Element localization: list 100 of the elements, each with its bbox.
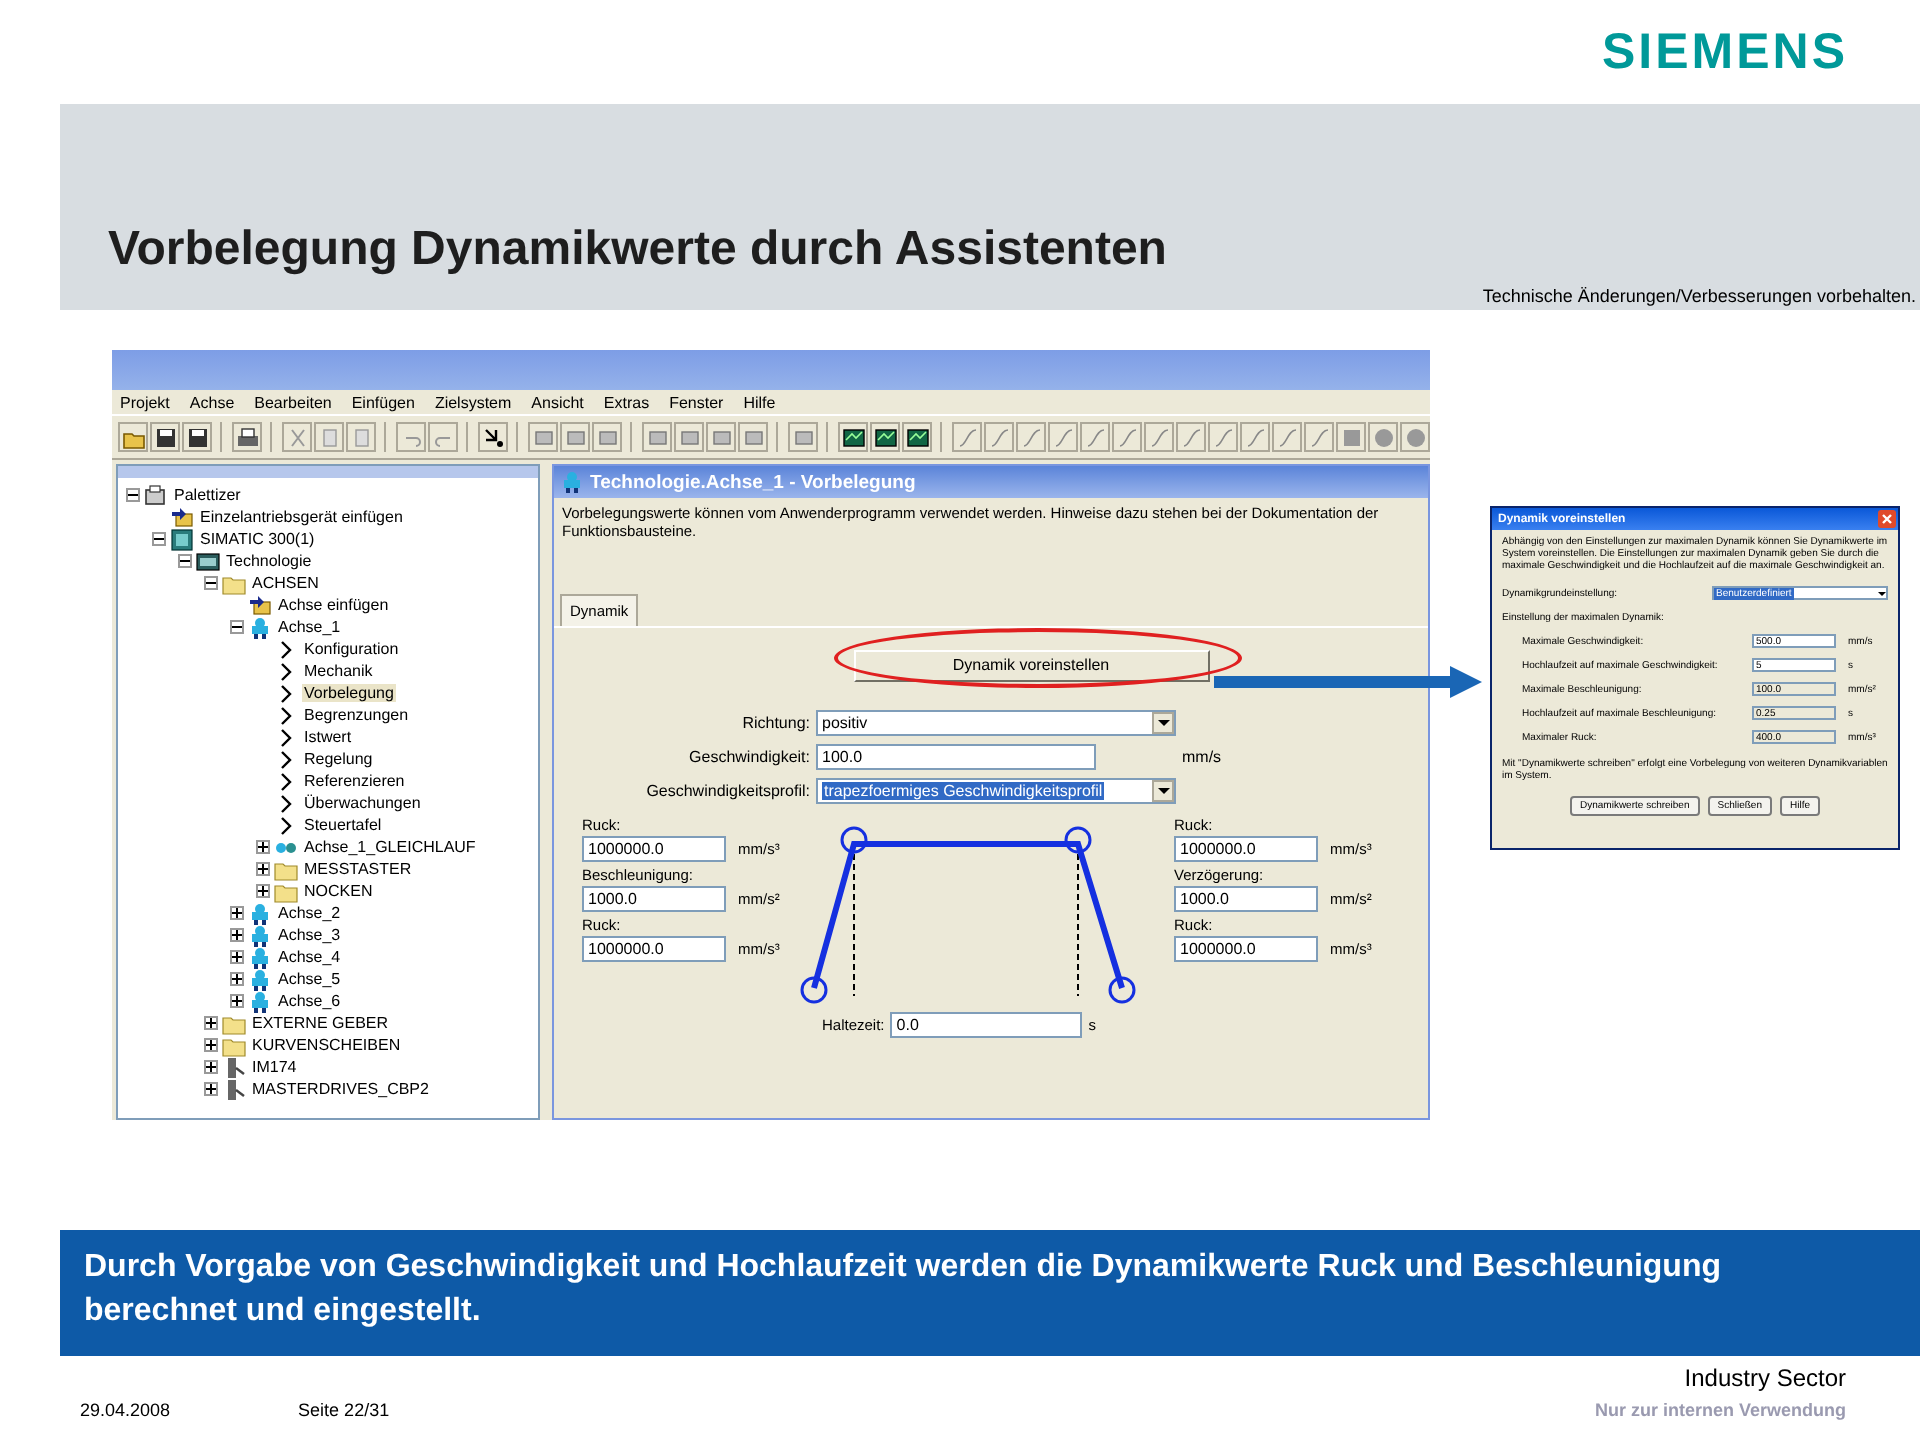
collapse-toggle[interactable] xyxy=(126,488,140,502)
expand-toggle[interactable] xyxy=(204,1082,218,1096)
collapse-toggle[interactable] xyxy=(230,620,244,634)
expand-toggle[interactable] xyxy=(230,994,244,1008)
monitor-icon xyxy=(873,425,897,449)
tree-item[interactable]: Begrenzungen xyxy=(302,706,411,724)
plug-icon xyxy=(222,1077,246,1101)
tree-item[interactable]: Technologie xyxy=(224,552,314,570)
field-label: Geschwindigkeitsprofil: xyxy=(644,781,810,799)
close-icon[interactable] xyxy=(1878,510,1896,528)
tree-item[interactable]: Achse_1 xyxy=(276,618,343,636)
curve-icon xyxy=(1307,425,1331,449)
page-icon xyxy=(349,425,373,449)
menu-item[interactable]: Bearbeiten xyxy=(254,393,332,411)
expand-toggle[interactable] xyxy=(204,1016,218,1030)
dropdown[interactable]: positiv xyxy=(816,709,1176,735)
expand-toggle[interactable] xyxy=(256,840,270,854)
input-field[interactable]: 1000.0 xyxy=(582,885,726,911)
plug-icon xyxy=(222,1055,246,1079)
expand-toggle[interactable] xyxy=(230,972,244,986)
tree-item[interactable]: Achse_6 xyxy=(276,992,343,1010)
chip-icon xyxy=(741,425,765,449)
curve-icon xyxy=(1243,425,1267,449)
input-field[interactable]: 1000000.0 xyxy=(582,935,726,961)
tree-item[interactable]: Achse_3 xyxy=(276,926,343,944)
folder-icon xyxy=(274,879,298,903)
scissors-icon xyxy=(285,425,309,449)
tree-item[interactable]: IM174 xyxy=(250,1058,299,1076)
cpu-icon xyxy=(170,527,194,551)
toolbar-button[interactable] xyxy=(150,422,180,452)
expand-toggle[interactable] xyxy=(230,928,244,942)
input-field[interactable]: 1000000.0 xyxy=(582,835,726,861)
station-icon xyxy=(144,483,168,507)
menu-item[interactable]: Einfügen xyxy=(351,393,415,411)
circle-icon xyxy=(1371,425,1395,449)
tree-item[interactable]: MESSTASTER xyxy=(302,860,414,878)
caret-icon xyxy=(1157,719,1169,725)
toolbar-button[interactable] xyxy=(902,422,932,452)
tree-item[interactable]: Achse_5 xyxy=(276,970,343,988)
toolbar-button[interactable] xyxy=(870,422,900,452)
expand-toggle[interactable] xyxy=(256,862,270,876)
help-icon xyxy=(481,425,505,449)
menu-item[interactable]: Achse xyxy=(189,393,235,411)
company-logo: SIEMENS xyxy=(1601,23,1848,81)
preset-button[interactable]: Dynamik voreinstellen xyxy=(853,649,1209,681)
tree-item[interactable]: Vorbelegung xyxy=(302,684,396,702)
menu-item[interactable]: Fenster xyxy=(669,393,724,411)
tree-item[interactable]: Istwert xyxy=(302,728,354,746)
input-field[interactable]: 1000000.0 xyxy=(1174,835,1318,861)
collapse-toggle[interactable] xyxy=(178,554,192,568)
tree-item[interactable]: Achse_4 xyxy=(276,948,343,966)
axis-icon xyxy=(248,901,272,925)
tree-item[interactable]: Palettizer xyxy=(172,486,243,504)
tree-item[interactable]: Achse_2 xyxy=(276,904,343,922)
chip-icon xyxy=(645,425,669,449)
tree-item[interactable]: MASTERDRIVES_CBP2 xyxy=(250,1080,431,1098)
unit-label: mm/s xyxy=(1182,747,1224,765)
menu-item[interactable]: Projekt xyxy=(120,393,170,411)
input-field[interactable]: 100.0 xyxy=(816,743,1096,769)
toolbar-button[interactable] xyxy=(232,422,262,452)
tree-item[interactable]: Achse_1_GLEICHLAUF xyxy=(302,838,478,856)
tree-item[interactable]: Überwachungen xyxy=(302,794,423,812)
menu-item[interactable]: Extras xyxy=(603,393,650,411)
module-icon xyxy=(196,549,220,573)
collapse-toggle[interactable] xyxy=(152,532,166,546)
expand-toggle[interactable] xyxy=(256,884,270,898)
tree-item[interactable]: Konfiguration xyxy=(302,640,401,658)
expand-toggle[interactable] xyxy=(230,906,244,920)
curve-icon xyxy=(1275,425,1299,449)
collapse-toggle[interactable] xyxy=(204,576,218,590)
tree-item[interactable]: Mechanik xyxy=(302,662,375,680)
expand-toggle[interactable] xyxy=(204,1060,218,1074)
tree-item[interactable]: Steuertafel xyxy=(302,816,384,834)
tree-item[interactable]: Referenzieren xyxy=(302,772,407,790)
folder-icon xyxy=(222,571,246,595)
dropdown[interactable]: trapezfoermiges Geschwindigkeitsprofil xyxy=(816,777,1176,803)
input-field[interactable]: 1000000.0 xyxy=(1174,935,1318,961)
menu-item[interactable]: Hilfe xyxy=(743,393,776,411)
tree-item[interactable]: EXTERNE GEBER xyxy=(250,1014,391,1032)
chip-icon xyxy=(563,425,587,449)
toolbar-button[interactable] xyxy=(838,422,868,452)
tree-item[interactable]: Regelung xyxy=(302,750,375,768)
tree-item[interactable]: Einzelantriebsgerät einfügen xyxy=(198,508,405,526)
input-field[interactable]: 1000.0 xyxy=(1174,885,1318,911)
tree-item[interactable]: ACHSEN xyxy=(250,574,321,592)
tree-item[interactable]: Achse einfügen xyxy=(276,596,391,614)
slide-title: Vorbelegung Dynamikwerte durch Assistenten xyxy=(108,222,1169,278)
expand-toggle[interactable] xyxy=(204,1038,218,1052)
menu-item[interactable]: Zielsystem xyxy=(434,393,512,411)
curve-icon xyxy=(1019,425,1043,449)
expand-toggle[interactable] xyxy=(230,950,244,964)
toolbar-button[interactable] xyxy=(478,422,508,452)
tree-item[interactable]: KURVENSCHEIBEN xyxy=(250,1036,403,1054)
curve-icon xyxy=(1083,425,1107,449)
menu-item[interactable]: Ansicht xyxy=(531,393,584,411)
tree-item[interactable]: NOCKEN xyxy=(302,882,375,900)
chip-icon xyxy=(709,425,733,449)
input-field[interactable]: 0.0 xyxy=(890,1011,1083,1037)
tree-item[interactable]: SIMATIC 300(1) xyxy=(198,530,317,548)
toolbar-button[interactable] xyxy=(182,422,212,452)
